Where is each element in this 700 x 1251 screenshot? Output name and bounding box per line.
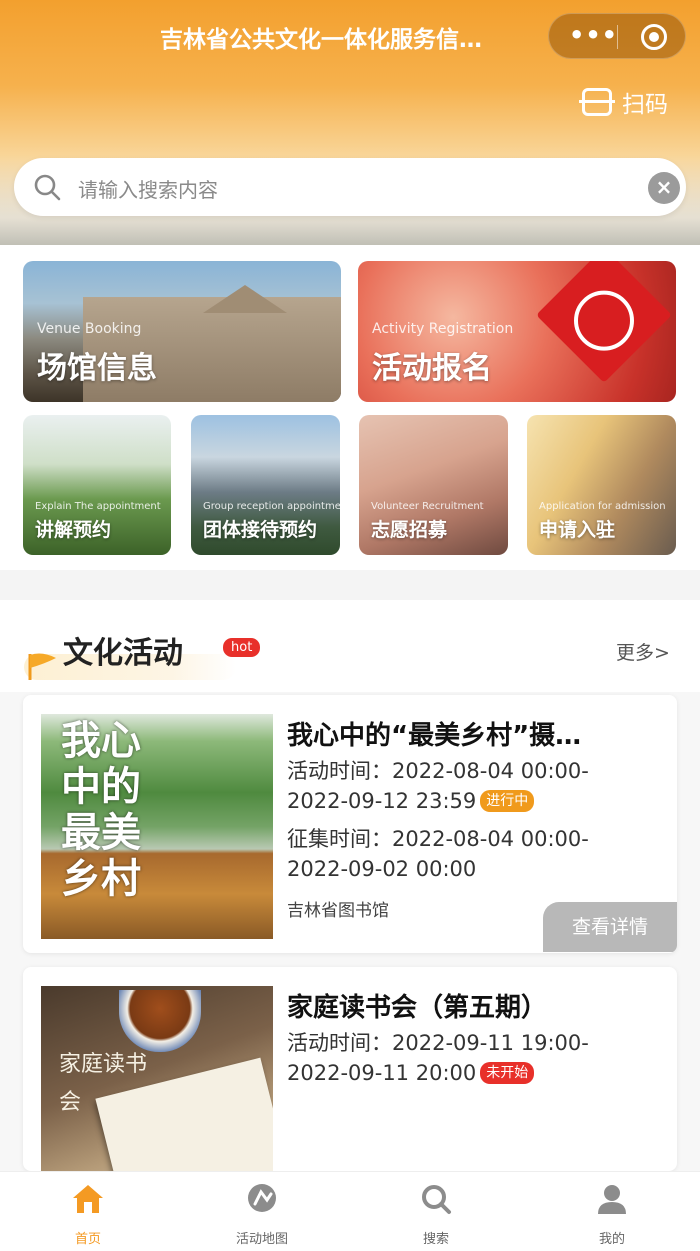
tab-label: 搜索	[422, 1232, 449, 1247]
bottom-tab-bar: 首页 活动地图 搜索 我的	[0, 1171, 700, 1251]
search-bar[interactable]: 请输入搜索内容 ×	[14, 158, 686, 216]
activity-venue: 吉林省图书馆	[287, 901, 389, 921]
tile-cn-label: 讲解预约	[35, 519, 112, 541]
clear-search-icon[interactable]: ×	[648, 172, 680, 204]
app-title: 吉林省公共文化一体化服务信…	[160, 27, 482, 53]
tab-label: 首页	[74, 1232, 101, 1247]
capsule-divider	[617, 25, 618, 49]
tile-cn-label: 活动报名	[372, 351, 492, 386]
activity-card[interactable]: 我心中的最美乡村 我心中的“最美乡村”摄… 活动时间：2022-08-04 00…	[23, 695, 677, 953]
tile-en-label: Activity Registration	[372, 321, 514, 337]
thumbnail-calligraphy: 家庭读书会	[59, 1052, 148, 1115]
map-icon	[248, 1184, 276, 1212]
thumbnail-calligraphy: 我心中的最美乡村	[61, 717, 141, 902]
group-reception-booking-tile[interactable]: Group reception appointment 团体接待预约	[191, 415, 340, 555]
tile-en-label: Volunteer Recruitment	[371, 501, 484, 512]
activity-registration-tile[interactable]: Activity Registration 活动报名	[358, 261, 676, 402]
guided-tour-booking-tile[interactable]: Explain The appointment 讲解预约	[23, 415, 171, 555]
user-icon	[598, 1185, 626, 1214]
tab-home[interactable]: 首页	[38, 1178, 138, 1248]
tile-cn-label: 申请入驻	[539, 519, 616, 541]
apply-admission-tile[interactable]: Application for admission 申请入驻	[527, 415, 676, 555]
tile-en-label: Explain The appointment	[35, 501, 161, 512]
activity-thumbnail: 我心中的最美乡村	[41, 714, 273, 939]
search-icon	[422, 1185, 451, 1214]
tile-en-label: Group reception appointment	[203, 501, 340, 512]
teacup-image	[119, 990, 201, 1052]
more-link[interactable]: 更多>	[616, 638, 670, 665]
close-mini-program-icon[interactable]	[641, 24, 667, 50]
tab-activity-map[interactable]: 活动地图	[212, 1178, 312, 1248]
activity-time-end: 2022-09-11 20:00	[287, 1061, 477, 1085]
activity-time-end-line: 2022-09-11 20:00 未开始	[287, 1061, 535, 1085]
flag-icon	[28, 653, 56, 680]
section-header: 文化活动 hot 更多>	[0, 600, 700, 692]
section-title: 文化活动	[63, 636, 183, 671]
collect-time-label: 征集时间：	[287, 827, 392, 851]
collect-time-start: 2022-08-04 00:00-	[392, 827, 589, 851]
tab-label: 活动地图	[235, 1232, 288, 1247]
tab-search[interactable]: 搜索	[386, 1178, 486, 1248]
service-grid: Venue Booking 场馆信息 Activity Registration…	[0, 245, 700, 570]
hot-badge: hot	[223, 638, 261, 657]
activity-thumbnail: 家庭读书会	[41, 986, 273, 1171]
scan-icon	[579, 88, 615, 116]
activity-time: 活动时间：2022-09-11 19:00-	[287, 1027, 589, 1057]
volunteer-recruitment-tile[interactable]: Volunteer Recruitment 志愿招募	[359, 415, 508, 555]
more-menu-button[interactable]: •••	[569, 20, 617, 50]
mini-program-capsule: •••	[548, 13, 686, 59]
search-input[interactable]: 请输入搜索内容	[78, 174, 218, 203]
tile-en-label: Application for admission	[539, 501, 666, 512]
activity-time-start: 2022-09-11 19:00-	[392, 1031, 589, 1055]
activity-time-start: 2022-08-04 00:00-	[392, 759, 589, 783]
venue-roof-image	[203, 285, 287, 313]
tab-mine[interactable]: 我的	[562, 1178, 662, 1248]
activity-time-label: 活动时间：	[287, 1031, 392, 1055]
collect-time-end: 2022-09-02 00:00	[287, 857, 477, 881]
tile-cn-label: 团体接待预约	[203, 519, 318, 541]
activity-time-label: 活动时间：	[287, 759, 392, 783]
activity-title: 家庭读书会（第五期）	[287, 993, 548, 1023]
activity-time: 活动时间：2022-08-04 00:00-	[287, 755, 589, 785]
tab-label: 我的	[598, 1232, 625, 1247]
home-icon	[73, 1185, 103, 1213]
tile-cn-label: 志愿招募	[371, 519, 448, 541]
venue-info-tile[interactable]: Venue Booking 场馆信息	[23, 261, 341, 402]
tile-en-label: Venue Booking	[37, 321, 142, 337]
status-badge: 未开始	[480, 1062, 535, 1084]
activity-time-end: 2022-09-12 23:59	[287, 789, 477, 813]
search-icon	[34, 174, 61, 201]
collect-time: 征集时间：2022-08-04 00:00-	[287, 823, 589, 853]
scan-label: 扫码	[622, 92, 668, 118]
status-badge: 进行中	[480, 790, 535, 812]
paper-cut-image	[536, 261, 672, 383]
view-details-button[interactable]: 查看详情	[543, 902, 677, 952]
tile-cn-label: 场馆信息	[37, 351, 157, 386]
activity-time-end-line: 2022-09-12 23:59 进行中	[287, 789, 535, 813]
activity-title: 我心中的“最美乡村”摄…	[287, 721, 582, 751]
activity-card[interactable]: 家庭读书会 家庭读书会（第五期） 活动时间：2022-09-11 19:00- …	[23, 967, 677, 1171]
scan-button[interactable]: 扫码	[579, 86, 668, 118]
collect-time-end-line: 2022-09-02 00:00	[287, 857, 476, 881]
cultural-activities-section: 文化活动 hot 更多> 我心中的最美乡村 我心中的“最美乡村”摄… 活动时间：…	[0, 600, 700, 1171]
